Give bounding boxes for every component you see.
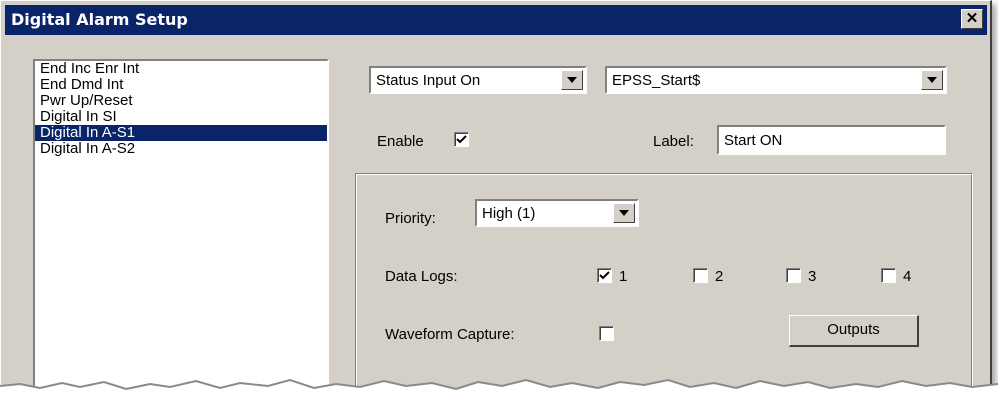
data-logs-label: Data Logs: (385, 268, 458, 285)
list-item[interactable]: Pwr Up/Reset (35, 93, 327, 109)
label-input[interactable]: Start ON (717, 125, 946, 155)
list-item[interactable]: Digital In A-S2 (35, 141, 327, 157)
list-item[interactable]: End Inc Enr Int (35, 61, 327, 77)
data-log-2-checkbox[interactable] (693, 268, 708, 283)
data-log-1-checkbox[interactable] (597, 268, 612, 283)
label-field-label: Label: (653, 133, 694, 150)
data-log-2-label: 2 (715, 268, 724, 285)
waveform-capture-label: Waveform Capture: (385, 326, 515, 343)
enable-checkbox[interactable] (454, 132, 469, 147)
chevron-down-icon[interactable] (921, 70, 943, 90)
condition-dropdown[interactable]: Status Input On (369, 66, 587, 94)
title-bar[interactable]: Digital Alarm Setup ✕ (5, 5, 987, 35)
window-title: Digital Alarm Setup (11, 10, 188, 29)
condition-dropdown-value: Status Input On (376, 72, 481, 89)
outputs-button[interactable]: Outputs (789, 315, 919, 347)
point-dropdown-value: EPSS_Start$ (612, 72, 701, 89)
chevron-down-icon[interactable] (613, 203, 635, 223)
close-button[interactable]: ✕ (961, 9, 983, 29)
digital-alarm-setup-dialog: Digital Alarm Setup ✕ End Inc Enr Int En… (0, 0, 992, 416)
alarm-listbox[interactable]: End Inc Enr Int End Dmd Int Pwr Up/Reset… (33, 59, 329, 409)
checkmark-icon (599, 271, 610, 280)
point-dropdown[interactable]: EPSS_Start$ (605, 66, 947, 94)
label-input-value: Start ON (724, 132, 783, 149)
priority-dropdown-value: High (1) (482, 205, 536, 222)
data-log-3-checkbox[interactable] (786, 268, 801, 283)
waveform-capture-checkbox[interactable] (599, 326, 614, 341)
checkmark-icon (456, 135, 467, 144)
list-item[interactable]: End Dmd Int (35, 77, 327, 93)
alarm-options-group (355, 173, 973, 403)
torn-edge-decoration (0, 378, 998, 416)
list-item-selected[interactable]: Digital In A-S1 (35, 125, 327, 141)
data-log-4-checkbox[interactable] (881, 268, 896, 283)
chevron-down-icon[interactable] (561, 70, 583, 90)
list-item[interactable]: Digital In SI (35, 109, 327, 125)
enable-label: Enable (377, 133, 424, 150)
priority-dropdown[interactable]: High (1) (475, 199, 639, 227)
data-log-4-label: 4 (903, 268, 912, 285)
priority-label: Priority: (385, 210, 436, 227)
data-log-3-label: 3 (808, 268, 817, 285)
data-log-1-label: 1 (619, 268, 628, 285)
